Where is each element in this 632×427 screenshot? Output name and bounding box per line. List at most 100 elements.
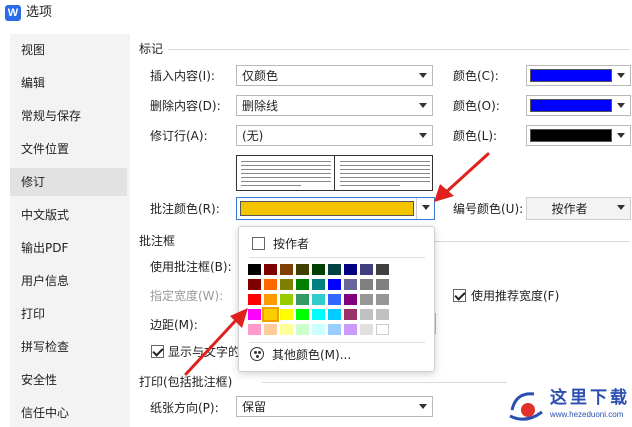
chevron-down-icon[interactable] xyxy=(612,66,630,85)
color-swatch-cell[interactable] xyxy=(296,324,309,335)
color-swatch-cell[interactable] xyxy=(360,324,373,335)
use-balloon-label: 使用批注框(B): xyxy=(150,260,232,274)
sidebar-item-export-pdf[interactable]: 输出PDF xyxy=(10,234,127,262)
show-lines-checkbox[interactable] xyxy=(151,345,164,358)
color-swatch-cell[interactable] xyxy=(264,279,277,290)
color-swatch-cell[interactable] xyxy=(376,309,389,320)
sidebar-item-security[interactable]: 安全性 xyxy=(10,366,127,394)
number-color-select[interactable]: 按作者 xyxy=(526,197,631,220)
popup-divider xyxy=(249,257,425,258)
by-author-checkbox[interactable] xyxy=(252,237,265,250)
color-swatch-cell[interactable] xyxy=(280,294,293,305)
color-swatch-cell[interactable] xyxy=(360,264,373,275)
by-author-label[interactable]: 按作者 xyxy=(273,237,309,251)
color-grid xyxy=(248,264,393,339)
color-swatch-cell[interactable] xyxy=(328,264,341,275)
watermark-text: 这里下载 xyxy=(550,388,630,408)
sidebar-item-chinese-layout[interactable]: 中文版式 xyxy=(10,201,127,229)
color-swatch-cell[interactable] xyxy=(280,264,293,275)
window-title: 选项 xyxy=(26,5,53,20)
color-swatch-cell[interactable] xyxy=(376,279,389,290)
use-recommended-width-label: 使用推荐宽度(F) xyxy=(471,289,560,303)
more-colors-button[interactable]: 其他颜色(M)... xyxy=(272,348,351,362)
chevron-down-icon[interactable] xyxy=(414,397,432,416)
insert-content-select[interactable]: 仅颜色 xyxy=(236,65,433,86)
revision-line-select[interactable]: (无) xyxy=(236,125,433,146)
chevron-down-icon[interactable] xyxy=(414,96,432,115)
delete-content-value: 删除线 xyxy=(242,99,279,113)
color-swatch-cell[interactable] xyxy=(344,279,357,290)
color-swatch-cell[interactable] xyxy=(280,279,293,290)
color-swatch-cell[interactable] xyxy=(280,309,293,320)
orientation-label: 纸张方向(P): xyxy=(150,401,219,415)
color-swatch-cell[interactable] xyxy=(312,309,325,320)
color-swatch-cell[interactable] xyxy=(344,324,357,335)
insert-content-label: 插入内容(I): xyxy=(150,69,215,83)
sidebar-item-print[interactable]: 打印 xyxy=(10,300,127,328)
use-recommended-width-checkbox[interactable] xyxy=(453,289,466,302)
color-swatch-cell[interactable] xyxy=(312,279,325,290)
color-swatch-cell[interactable] xyxy=(280,324,293,335)
color-swatch-cell[interactable] xyxy=(262,307,279,322)
color-swatch-cell[interactable] xyxy=(264,324,277,335)
color-swatch-cell[interactable] xyxy=(328,309,341,320)
chevron-down-icon[interactable] xyxy=(612,126,630,145)
color-swatch-cell[interactable] xyxy=(328,294,341,305)
delete-color-select[interactable] xyxy=(526,95,631,116)
color-swatch-cell[interactable] xyxy=(296,294,309,305)
color-swatch-cell[interactable] xyxy=(312,294,325,305)
sidebar-item-trust-center[interactable]: 信任中心 xyxy=(10,399,127,427)
color-swatch-cell[interactable] xyxy=(264,264,277,275)
sidebar-item-track-changes[interactable]: 修订 xyxy=(10,168,127,196)
preview-right-page xyxy=(336,156,434,190)
chevron-down-icon[interactable] xyxy=(612,198,630,219)
color-swatch-cell[interactable] xyxy=(344,264,357,275)
revision-preview xyxy=(236,155,433,191)
color-picker-popup: 按作者 其他颜色(M)... xyxy=(238,226,435,372)
balloon-section-divider xyxy=(435,241,630,242)
color-swatch-cell[interactable] xyxy=(296,309,309,320)
color-swatch-cell[interactable] xyxy=(344,309,357,320)
delete-color-label: 颜色(O): xyxy=(453,99,500,113)
color-swatch-cell[interactable] xyxy=(376,294,389,305)
color-swatch-cell[interactable] xyxy=(360,294,373,305)
orientation-select[interactable]: 保留 xyxy=(236,396,433,417)
sidebar-item-spell-check[interactable]: 拼写检查 xyxy=(10,333,127,361)
sidebar-item-view[interactable]: 视图 xyxy=(10,36,127,64)
chevron-down-icon[interactable] xyxy=(414,66,432,85)
chevron-down-icon[interactable] xyxy=(612,96,630,115)
color-swatch-cell[interactable] xyxy=(264,294,277,305)
color-swatch-cell[interactable] xyxy=(312,324,325,335)
comment-color-label: 批注颜色(R): xyxy=(150,202,220,216)
print-section-divider xyxy=(262,382,507,383)
color-swatch-cell[interactable] xyxy=(376,264,389,275)
color-swatch-cell[interactable] xyxy=(328,279,341,290)
chevron-down-icon[interactable] xyxy=(414,126,432,145)
watermark-url: www.hezeduoni.com xyxy=(550,410,624,419)
revision-line-color-select[interactable] xyxy=(526,125,631,146)
color-swatch-cell[interactable] xyxy=(312,264,325,275)
marks-section-title: 标记 xyxy=(139,42,164,56)
revision-line-color-swatch xyxy=(530,129,612,142)
insert-color-label: 颜色(C): xyxy=(453,69,499,83)
sidebar: 视图 编辑 常规与保存 文件位置 修订 中文版式 输出PDF 用户信息 打印 拼… xyxy=(10,34,130,427)
revision-line-value: (无) xyxy=(242,129,264,143)
color-swatch-cell[interactable] xyxy=(328,324,341,335)
color-swatch-cell[interactable] xyxy=(360,309,373,320)
delete-content-select[interactable]: 删除线 xyxy=(236,95,433,116)
sidebar-item-file-location[interactable]: 文件位置 xyxy=(10,135,127,163)
sidebar-item-user-info[interactable]: 用户信息 xyxy=(10,267,127,295)
color-swatch-cell[interactable] xyxy=(344,294,357,305)
color-swatch-cell[interactable] xyxy=(296,264,309,275)
color-swatch-cell[interactable] xyxy=(376,324,389,335)
delete-content-label: 删除内容(D): xyxy=(150,99,221,113)
color-swatch-cell[interactable] xyxy=(248,264,261,275)
color-swatch-cell[interactable] xyxy=(296,279,309,290)
sidebar-item-general-save[interactable]: 常规与保存 xyxy=(10,102,127,130)
comment-color-select[interactable] xyxy=(236,197,435,220)
watermark-logo-icon xyxy=(509,392,543,421)
insert-color-select[interactable] xyxy=(526,65,631,86)
color-swatch-cell[interactable] xyxy=(248,279,261,290)
sidebar-item-edit[interactable]: 编辑 xyxy=(10,69,127,97)
color-swatch-cell[interactable] xyxy=(360,279,373,290)
